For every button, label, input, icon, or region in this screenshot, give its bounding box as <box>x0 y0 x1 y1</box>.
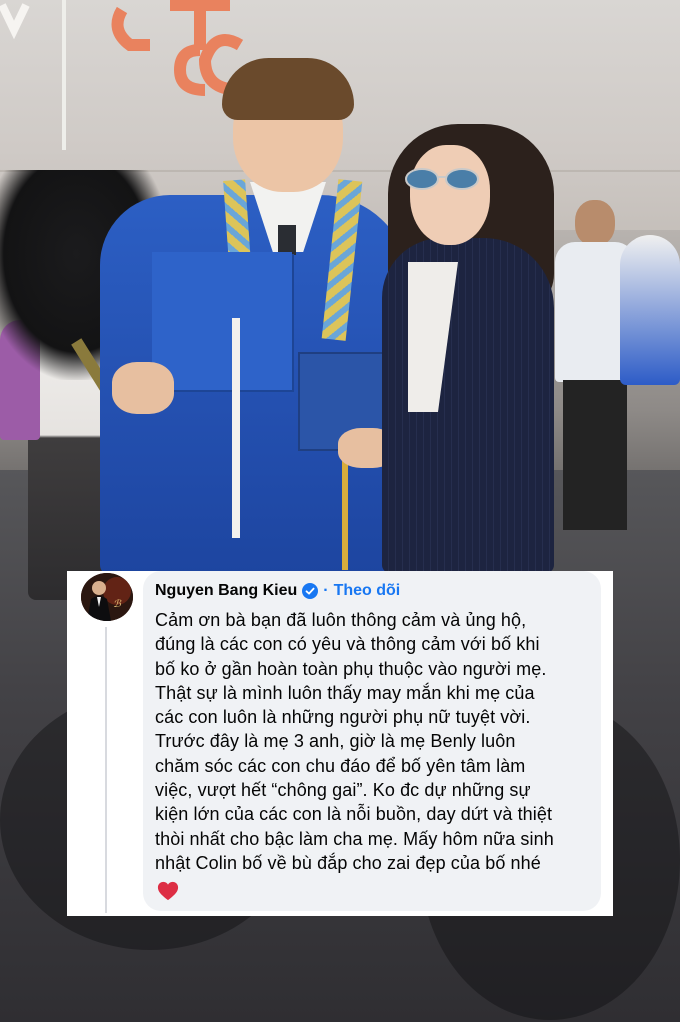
heart-icon <box>157 882 179 901</box>
header-separator: · <box>323 582 329 599</box>
comment-bubble: Nguyen Bang Kieu · Theo dõi Cảm ơn bà bạ… <box>143 571 601 911</box>
cap-tassel <box>232 318 240 538</box>
facebook-comment-card: ℬ Nguyen Bang Kieu · Theo dõi Cảm ơn bà … <box>67 571 613 916</box>
author-name[interactable]: Nguyen Bang Kieu <box>155 582 297 600</box>
mortarboard-cap <box>152 252 292 390</box>
background-person <box>620 235 680 385</box>
woman-face <box>410 145 490 245</box>
comment-line: Thật sự là mình luôn thấy may mắn khi mẹ… <box>155 682 535 703</box>
pinstripe-blazer <box>382 238 554 573</box>
comment-line: việc, vượt hết “chông gai”. Ko đc dự nhữ… <box>155 780 531 801</box>
necktie <box>278 225 296 255</box>
sunglasses <box>405 168 479 190</box>
graduate-hair <box>222 58 354 120</box>
comment-line: Trước đây là mẹ 3 anh, giờ là mẹ Benly l… <box>155 731 516 752</box>
flag-pole <box>62 0 66 150</box>
comment-line: Cảm ơn bà bạn đã luôn thông cảm và ủng h… <box>155 610 527 630</box>
thread-line <box>105 627 107 913</box>
avatar-image: ℬ <box>81 573 133 621</box>
comment-text: Cảm ơn bà bạn đã luôn thông cảm và ủng h… <box>155 608 589 875</box>
comment-line: thòi nhất cho bậc làm cha mẹ. Mấy hôm nữ… <box>155 828 554 849</box>
comment-line: nhật Colin bố về bù đắp cho zai đẹp của … <box>155 852 541 873</box>
follow-button[interactable]: Theo dõi <box>334 582 401 600</box>
avatar[interactable]: ℬ <box>81 573 133 621</box>
white-letter-mark <box>0 3 30 40</box>
comment-line: các con luôn là những người phụ nữ tuyệt… <box>155 707 531 728</box>
verified-badge-icon <box>302 583 319 599</box>
comment-line: đúng là các con có yêu và thông cảm với … <box>155 634 540 655</box>
comment-header: Nguyen Bang Kieu · Theo dõi <box>155 580 589 602</box>
svg-text:ℬ: ℬ <box>113 599 122 610</box>
comment-line: bố ko ở gần hoàn toàn phụ thuộc vào ngườ… <box>155 658 547 679</box>
hand <box>112 362 174 414</box>
comment-line: chăm sóc các con chu đáo để bố yên tâm l… <box>155 755 526 776</box>
comment-line: kiện lớn của các con là nỗi buồn, day dứ… <box>155 804 553 825</box>
